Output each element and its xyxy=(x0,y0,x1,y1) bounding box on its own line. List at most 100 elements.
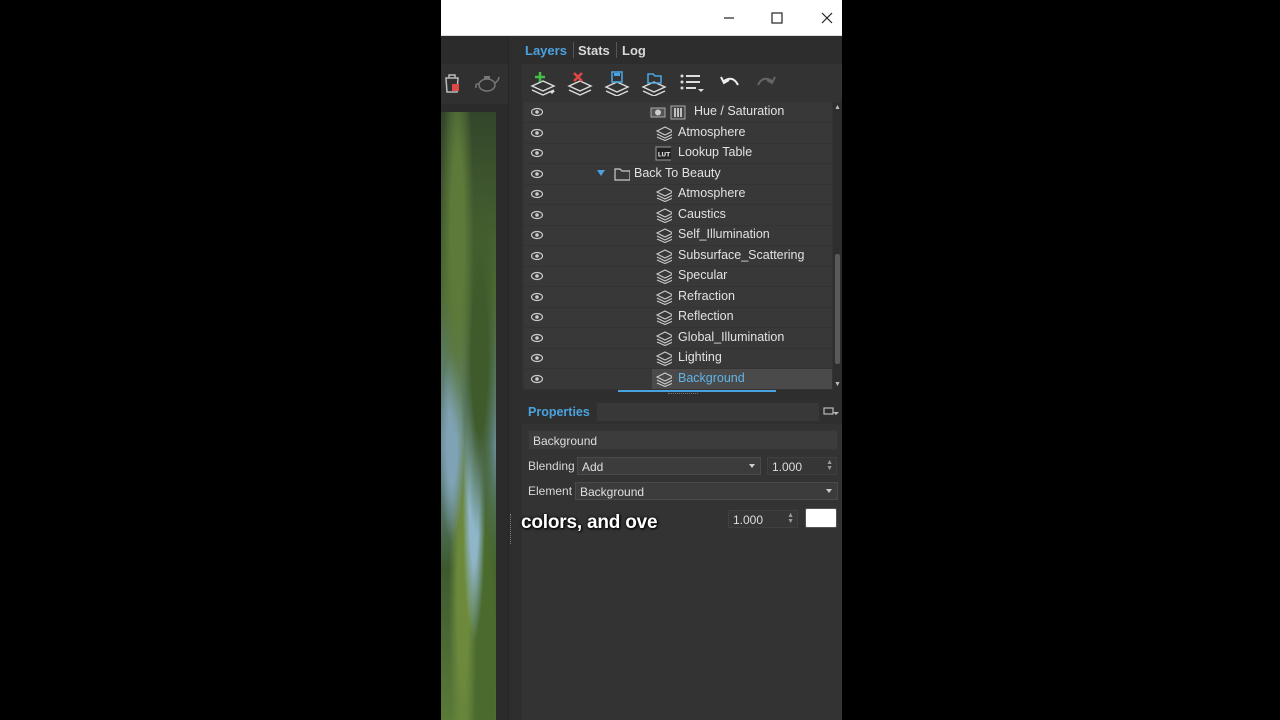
layer-name-field[interactable]: Background xyxy=(528,430,838,450)
layer-row[interactable]: Caustics xyxy=(524,205,832,226)
remove-layer-button[interactable] xyxy=(565,68,595,98)
layer-row[interactable]: LUT Lookup Table xyxy=(524,143,832,164)
splitter-grip[interactable] xyxy=(510,514,514,544)
scroll-down-icon[interactable]: ▼ xyxy=(834,381,841,388)
list-menu-button[interactable] xyxy=(677,68,707,98)
layer-row[interactable]: Self_Illumination xyxy=(524,225,832,246)
spinner-arrows-icon[interactable]: ▲ ▼ xyxy=(787,512,794,525)
visibility-eye-icon[interactable] xyxy=(531,189,543,199)
visibility-eye-icon[interactable] xyxy=(531,128,543,138)
layer-stack-icon xyxy=(656,289,672,305)
properties-header: Properties xyxy=(522,400,842,424)
layer-row[interactable]: Refraction xyxy=(524,287,832,308)
layer-list[interactable]: Hue / Saturation Atmosphere LUT Lookup Tabl… xyxy=(524,102,832,390)
save-layers-icon xyxy=(604,71,630,96)
visibility-eye-icon[interactable] xyxy=(531,292,543,302)
layer-label: Hue / Saturation xyxy=(694,104,785,118)
layer-stack-icon xyxy=(656,248,672,264)
layer-row[interactable]: Atmosphere xyxy=(524,123,832,144)
redo-icon xyxy=(757,76,776,86)
minimize-button[interactable] xyxy=(706,0,752,35)
close-button[interactable] xyxy=(804,0,842,35)
lut-icon: LUT xyxy=(655,146,671,161)
visibility-eye-icon[interactable] xyxy=(531,251,543,261)
layer-stack-icon xyxy=(656,228,672,243)
save-layers-button[interactable] xyxy=(602,68,632,98)
redo-button[interactable] xyxy=(751,68,781,98)
properties-menu-icon[interactable] xyxy=(822,404,840,420)
layer-row[interactable]: Specular xyxy=(524,266,832,287)
element-label: Element xyxy=(528,484,573,498)
add-layer-button[interactable] xyxy=(528,68,558,98)
multiplier-spinner[interactable]: 1.000 ▲ ▼ xyxy=(728,510,798,528)
element-select[interactable]: Background xyxy=(575,482,838,500)
load-layers-button[interactable] xyxy=(639,68,669,98)
layer-label: Atmosphere xyxy=(678,186,746,200)
undo-button[interactable] xyxy=(715,68,745,98)
layer-row[interactable]: Global_Illumination xyxy=(524,328,832,349)
chevron-down-icon xyxy=(749,464,755,468)
layer-label: Back To Beauty xyxy=(634,165,721,180)
add-layer-icon xyxy=(530,72,556,96)
tab-log[interactable]: Log xyxy=(622,43,646,58)
layer-label: Refraction xyxy=(678,288,735,303)
layer-row[interactable]: Reflection xyxy=(524,307,832,328)
visibility-eye-icon[interactable] xyxy=(531,169,543,179)
layer-list-scrollbar[interactable]: ▲ ▼ xyxy=(833,102,842,390)
multiplier-value: 1.000 xyxy=(733,513,764,527)
layer-row[interactable]: Hue / Saturation xyxy=(524,102,832,123)
layer-row[interactable]: Back To Beauty xyxy=(524,164,832,185)
opacity-value: 1.000 xyxy=(772,460,803,474)
layer-row[interactable]: Subsurface_Scattering xyxy=(524,246,832,267)
visibility-eye-icon[interactable] xyxy=(531,230,543,240)
layer-stack-icon xyxy=(656,330,672,346)
properties-header-field xyxy=(597,403,819,421)
maximize-button[interactable] xyxy=(754,0,800,35)
tab-stats[interactable]: Stats xyxy=(578,43,610,58)
mask-icon xyxy=(650,107,666,118)
visibility-eye-icon[interactable] xyxy=(531,333,543,343)
visibility-eye-icon[interactable] xyxy=(531,312,543,322)
layers-panel: Layers Stats Log Hue / Saturation Atmosp… xyxy=(522,36,842,720)
blending-label: Blending xyxy=(528,459,575,473)
title-bar xyxy=(441,0,842,36)
layer-stack-icon xyxy=(656,125,672,141)
tab-layers[interactable]: Layers xyxy=(525,43,567,58)
visibility-eye-icon[interactable] xyxy=(531,107,543,117)
vfb-window: Layers Stats Log Hue / Saturation Atmosp… xyxy=(441,0,842,720)
properties-title: Properties xyxy=(528,405,590,419)
scroll-up-icon[interactable]: ▲ xyxy=(834,104,841,111)
remove-layer-icon xyxy=(567,72,593,96)
panel-tabs: Layers Stats Log xyxy=(522,36,842,64)
render-region-icon[interactable] xyxy=(442,72,462,94)
visibility-eye-icon[interactable] xyxy=(531,271,543,281)
layer-label: Reflection xyxy=(678,309,734,323)
scrollbar-thumb[interactable] xyxy=(835,254,840,364)
layer-row[interactable]: Background xyxy=(524,368,832,390)
viewport-toolbar xyxy=(441,64,508,104)
layer-label: Lighting xyxy=(678,350,722,364)
close-icon xyxy=(821,12,833,23)
list-properties-splitter[interactable] xyxy=(522,390,842,400)
properties-panel: Properties Background Blending Add 1.000… xyxy=(522,400,842,720)
visibility-eye-icon[interactable] xyxy=(531,353,543,363)
visibility-eye-icon[interactable] xyxy=(531,148,543,158)
svg-text:LUT: LUT xyxy=(658,152,671,159)
visibility-eye-icon[interactable] xyxy=(531,210,543,220)
tab-divider xyxy=(616,42,617,58)
spinner-arrows-icon[interactable]: ▲ ▼ xyxy=(826,459,833,472)
layer-row[interactable]: Atmosphere xyxy=(524,184,832,205)
render-viewport[interactable] xyxy=(441,36,508,720)
expand-arrow-icon[interactable] xyxy=(596,168,612,184)
teapot-icon[interactable] xyxy=(474,72,500,94)
list-menu-icon xyxy=(680,74,704,92)
visibility-eye-icon[interactable] xyxy=(531,374,543,384)
layer-row[interactable]: Lighting xyxy=(524,348,832,369)
layer-label: Caustics xyxy=(678,206,726,221)
color-swatch[interactable] xyxy=(805,508,837,528)
layers-toolbar xyxy=(522,64,842,102)
element-value: Background xyxy=(580,485,645,499)
opacity-spinner[interactable]: 1.000 ▲ ▼ xyxy=(767,457,837,475)
blending-select[interactable]: Add xyxy=(577,457,761,475)
splitter-grip[interactable] xyxy=(668,393,698,397)
